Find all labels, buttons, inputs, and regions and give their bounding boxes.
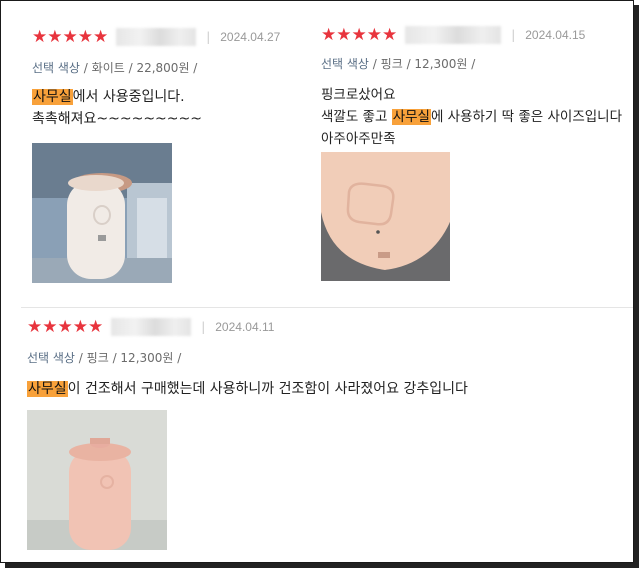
purchase-options: 선택 색상 / 화이트 / 22,800원 / (32, 61, 198, 75)
review-meta: ★★★★★ | 2024.04.27 (32, 27, 312, 47)
humidifier-photo-pink-2 (27, 410, 167, 550)
keyword-highlight: 사무실 (32, 89, 73, 105)
option-label: 선택 색상 (27, 351, 75, 365)
review-item: ★★★★★ | 2024.04.15 선택 색상 / 핑크 / 12,300원 … (321, 25, 631, 150)
rating-stars: ★★★★★ (321, 25, 398, 45)
option-price: 12,300원 (120, 351, 174, 365)
meta-separator: | (511, 28, 516, 42)
review-list-frame: ★★★★★ | 2024.04.27 선택 색상 / 화이트 / 22,800원… (0, 0, 634, 563)
review-date: 2024.04.11 (215, 320, 275, 334)
review-text-line: 이 건조해서 구매했는데 사용하니까 건조함이 사라졌어요 강추입니다 (67, 381, 468, 397)
humidifier-photo-white (32, 143, 172, 283)
review-divider (21, 307, 633, 308)
option-label: 선택 색상 (32, 61, 80, 75)
review-photo[interactable] (32, 143, 172, 283)
purchase-options: 선택 색상 / 핑크 / 12,300원 / (27, 351, 182, 365)
review-text-line: 아주아주만족 (321, 131, 396, 147)
review-meta: ★★★★★ | 2024.04.15 (321, 25, 631, 45)
blurred-username (116, 28, 197, 46)
review-text: 사무실이 건조해서 구매했는데 사용하니까 건조함이 사라졌어요 강추입니다 (27, 378, 587, 400)
review-date: 2024.04.15 (525, 28, 586, 42)
review-text-line: 에 사용하기 딱 좋은 사이즈입니다 (430, 109, 622, 125)
review-text-line: 색깔도 좋고 (321, 109, 392, 125)
review-item: ★★★★★ | 2024.04.27 선택 색상 / 화이트 / 22,800원… (32, 27, 312, 130)
keyword-highlight: 사무실 (391, 109, 431, 125)
keyword-highlight: 사무실 (27, 381, 68, 397)
meta-separator: | (201, 320, 206, 334)
review-text: 사무실에서 사용중입니다. 촉촉해져요~~~~~~~~~ (32, 86, 312, 130)
rating-stars: ★★★★★ (32, 27, 109, 47)
review-date: 2024.04.27 (220, 30, 281, 44)
option-color: 핑크 (86, 351, 109, 365)
review-item: ★★★★★ | 2024.04.11 선택 색상 / 핑크 / 12,300원 … (27, 317, 587, 400)
purchase-options: 선택 색상 / 핑크 / 12,300원 / (321, 57, 476, 71)
option-label: 선택 색상 (321, 57, 369, 71)
meta-separator: | (206, 30, 211, 44)
blurred-username (405, 26, 502, 44)
option-price: 12,300원 (414, 57, 468, 71)
review-photo[interactable] (321, 152, 450, 281)
option-color: 핑크 (380, 57, 403, 71)
rating-stars: ★★★★★ (27, 317, 104, 337)
review-text-line: 촉촉해져요~~~~~~~~~ (32, 111, 202, 127)
review-text-line: 핑크로샀어요 (321, 87, 396, 103)
review-photo[interactable] (27, 410, 167, 550)
review-text: 핑크로샀어요 색깔도 좋고 사무실에 사용하기 딱 좋은 사이즈입니다 아주아주… (321, 84, 631, 150)
option-price: 22,800원 (136, 61, 190, 75)
blurred-username (111, 318, 192, 336)
review-meta: ★★★★★ | 2024.04.11 (27, 317, 587, 337)
humidifier-photo-pink (321, 152, 450, 281)
option-color: 화이트 (91, 61, 125, 75)
review-text-line: 에서 사용중입니다. (72, 89, 185, 105)
